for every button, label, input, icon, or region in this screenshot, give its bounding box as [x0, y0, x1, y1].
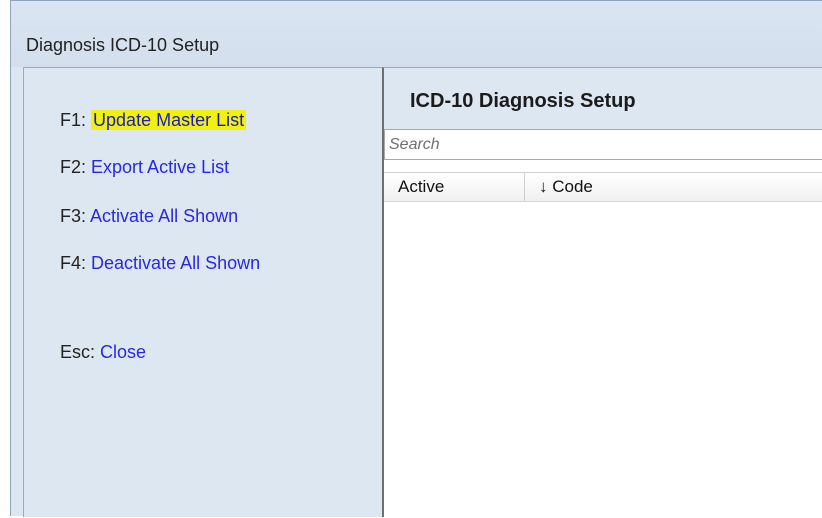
hotkey-panel: F1: Update Master List F2: Export Active… [23, 67, 382, 517]
close-link[interactable]: Close [100, 342, 146, 362]
window-titlebar: Diagnosis ICD-10 Setup [11, 1, 822, 67]
activate-all-shown-link[interactable]: Activate All Shown [90, 206, 238, 226]
window-title: Diagnosis ICD-10 Setup [26, 35, 220, 55]
export-active-list-link[interactable]: Export Active List [91, 157, 229, 177]
hotkey-key: F1: [60, 110, 87, 130]
column-header-code[interactable]: ↓ Code [525, 173, 822, 201]
search-input[interactable] [384, 129, 822, 160]
hotkey-close[interactable]: Esc: Close [60, 342, 146, 363]
hotkey-key: F2: [60, 157, 87, 177]
hotkey-update-master-list[interactable]: F1: Update Master List [60, 110, 247, 131]
diagnosis-list-panel: ICD-10 Diagnosis Setup Active ↓ Code [382, 67, 822, 518]
deactivate-all-shown-link[interactable]: Deactivate All Shown [91, 253, 260, 273]
hotkey-deactivate-all-shown[interactable]: F4: Deactivate All Shown [60, 253, 260, 274]
hotkey-key: F4: [60, 253, 87, 273]
column-header-active[interactable]: Active [384, 173, 525, 201]
hotkey-activate-all-shown[interactable]: F3: Activate All Shown [60, 206, 238, 227]
table-header: Active ↓ Code [384, 172, 822, 202]
hotkey-export-active-list[interactable]: F2: Export Active List [60, 157, 229, 178]
panel-header: ICD-10 Diagnosis Setup [384, 68, 822, 129]
hotkey-key: F3: [60, 206, 87, 226]
hotkey-key: Esc: [60, 342, 96, 362]
page-title: ICD-10 Diagnosis Setup [410, 90, 636, 112]
update-master-list-link[interactable]: Update Master List [91, 110, 247, 130]
diagnosis-setup-window: Diagnosis ICD-10 Setup F1: Update Master… [10, 0, 822, 518]
table-body[interactable] [384, 202, 822, 518]
